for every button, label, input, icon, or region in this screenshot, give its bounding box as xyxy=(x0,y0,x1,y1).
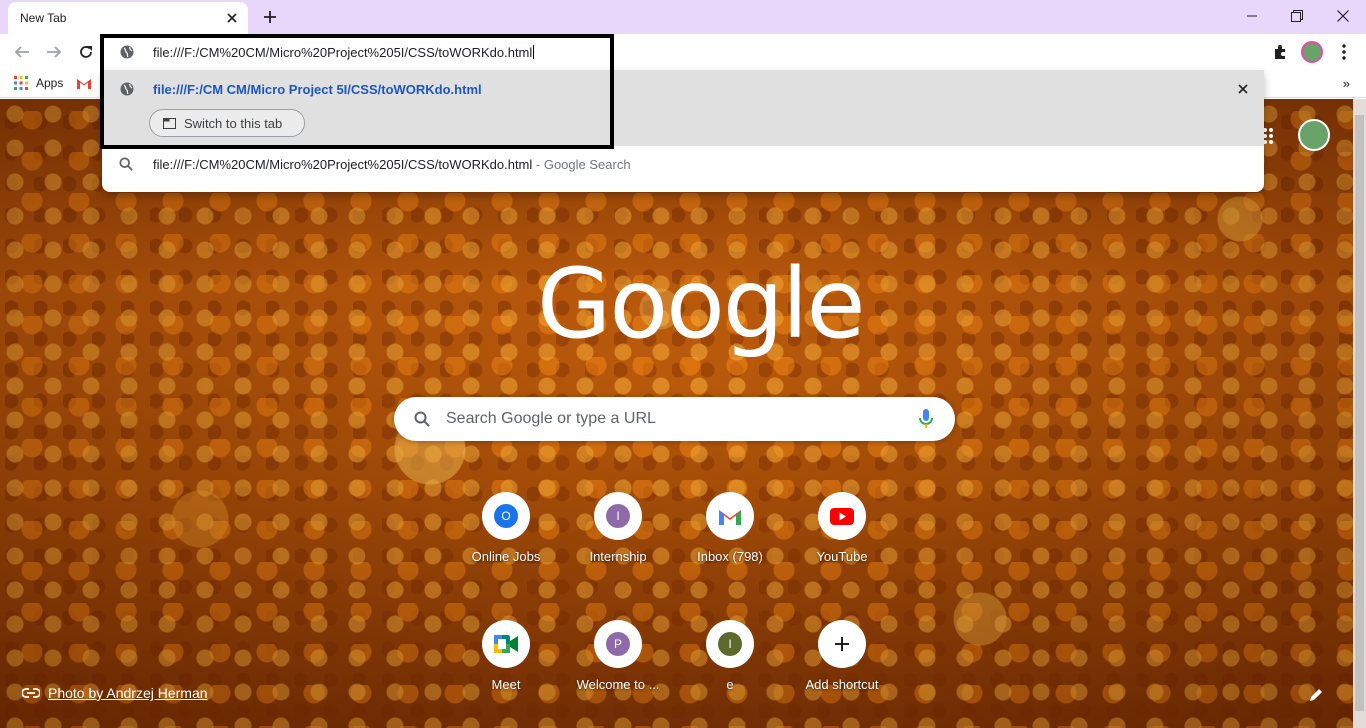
shortcut-internship[interactable]: I Internship xyxy=(562,492,674,604)
tab-title: New Tab xyxy=(20,11,67,25)
back-button[interactable] xyxy=(10,40,34,64)
scrollbar-thumb[interactable] xyxy=(1355,115,1364,711)
new-tab-page: Google Search Google or type a URL O Onl… xyxy=(0,99,1366,728)
minimize-button[interactable] xyxy=(1229,2,1275,30)
shortcut-label: Meet xyxy=(491,677,521,692)
title-bar: New Tab xyxy=(0,0,1366,34)
search-suffix: - Google Search xyxy=(532,157,631,172)
search-icon xyxy=(414,411,430,432)
ntp-search-box[interactable]: Search Google or type a URL xyxy=(394,397,955,441)
toolbar: file:///F:/CM%20CM/Micro%20Project%205I/… xyxy=(0,34,1366,70)
tab-new-tab[interactable]: New Tab xyxy=(8,2,248,34)
globe-icon xyxy=(119,44,135,60)
shortcut-letter: I xyxy=(718,632,742,656)
address-text[interactable]: file:///F:/CM%20CM/Micro%20Project%205I/… xyxy=(153,45,534,60)
customize-pencil-icon[interactable] xyxy=(1308,687,1326,705)
shortcut-label: Inbox (798) xyxy=(697,549,763,564)
scrollbar[interactable] xyxy=(1353,99,1366,728)
link-icon xyxy=(22,688,40,698)
shortcut-youtube[interactable]: YouTube xyxy=(786,492,898,604)
shortcut-letter: P xyxy=(606,632,630,656)
google-logo: Google xyxy=(537,248,866,360)
apps-bookmark[interactable]: Apps xyxy=(14,76,92,90)
shortcut-label: Internship xyxy=(589,549,647,564)
globe-icon xyxy=(119,81,135,97)
apps-grid-icon xyxy=(14,76,28,90)
search-icon xyxy=(119,157,135,173)
tab-icon xyxy=(163,117,176,129)
tab-close-icon[interactable] xyxy=(222,8,242,28)
more-bookmarks-icon[interactable]: » xyxy=(1343,76,1350,91)
plus-icon xyxy=(818,620,866,668)
switch-to-tab-button[interactable]: Switch to this tab xyxy=(149,109,305,137)
restore-button[interactable] xyxy=(1274,2,1320,30)
shortcut-letter: I xyxy=(606,504,630,528)
shortcut-label: Online Jobs xyxy=(471,549,541,564)
close-window-button[interactable] xyxy=(1320,2,1366,30)
youtube-icon xyxy=(818,492,866,540)
voice-search-icon[interactable] xyxy=(919,409,933,434)
shortcut-online-jobs[interactable]: O Online Jobs xyxy=(450,492,562,604)
shortcut-letter: O xyxy=(494,504,518,528)
new-tab-button[interactable] xyxy=(258,5,282,29)
reload-button[interactable] xyxy=(74,40,98,64)
shortcut-meet[interactable]: Meet xyxy=(450,620,562,728)
shortcut-label: Add shortcut xyxy=(805,677,879,692)
gmail-icon xyxy=(706,492,754,540)
extensions-icon[interactable] xyxy=(1268,40,1292,64)
shortcut-label: YouTube xyxy=(816,549,868,564)
profile-avatar[interactable] xyxy=(1300,40,1324,64)
shortcut-e[interactable]: I e xyxy=(674,620,786,728)
shortcut-inbox[interactable]: Inbox (798) xyxy=(674,492,786,604)
photo-credit-link[interactable]: Photo by Andrzej Herman xyxy=(22,685,208,701)
switch-label: Switch to this tab xyxy=(184,115,283,131)
search-query: file:///F:/CM%20CM/Micro%20Project%205I/… xyxy=(153,157,533,172)
suggestion-url[interactable]: file:///F:/CM CM/Micro Project 5I/CSS/to… xyxy=(153,82,482,97)
address-bar[interactable]: file:///F:/CM%20CM/Micro%20Project%205I/… xyxy=(102,36,1264,68)
shortcut-welcome[interactable]: P Welcome to ... xyxy=(562,620,674,728)
omnibox-dropdown: file:///F:/CM CM/Micro Project 5I/CSS/to… xyxy=(102,70,1264,192)
meet-icon xyxy=(482,620,530,668)
shortcut-label: Welcome to ... xyxy=(576,677,660,692)
account-avatar[interactable] xyxy=(1298,119,1330,151)
forward-button[interactable] xyxy=(42,40,66,64)
remove-suggestion-icon[interactable] xyxy=(1234,80,1252,98)
shortcut-label: e xyxy=(726,677,734,692)
search-placeholder[interactable]: Search Google or type a URL xyxy=(446,410,656,428)
gmail-bookmark-icon xyxy=(77,78,92,89)
apps-label: Apps xyxy=(36,76,64,90)
suggestion-row-selected[interactable]: file:///F:/CM CM/Micro Project 5I/CSS/to… xyxy=(102,70,1264,146)
search-suggestion-row[interactable]: file:///F:/CM%20CM/Micro%20Project%205I/… xyxy=(102,148,1264,182)
photo-credit-text[interactable]: Photo by Andrzej Herman xyxy=(48,685,208,701)
add-shortcut-button[interactable]: Add shortcut xyxy=(786,620,898,728)
menu-icon[interactable] xyxy=(1332,40,1356,64)
